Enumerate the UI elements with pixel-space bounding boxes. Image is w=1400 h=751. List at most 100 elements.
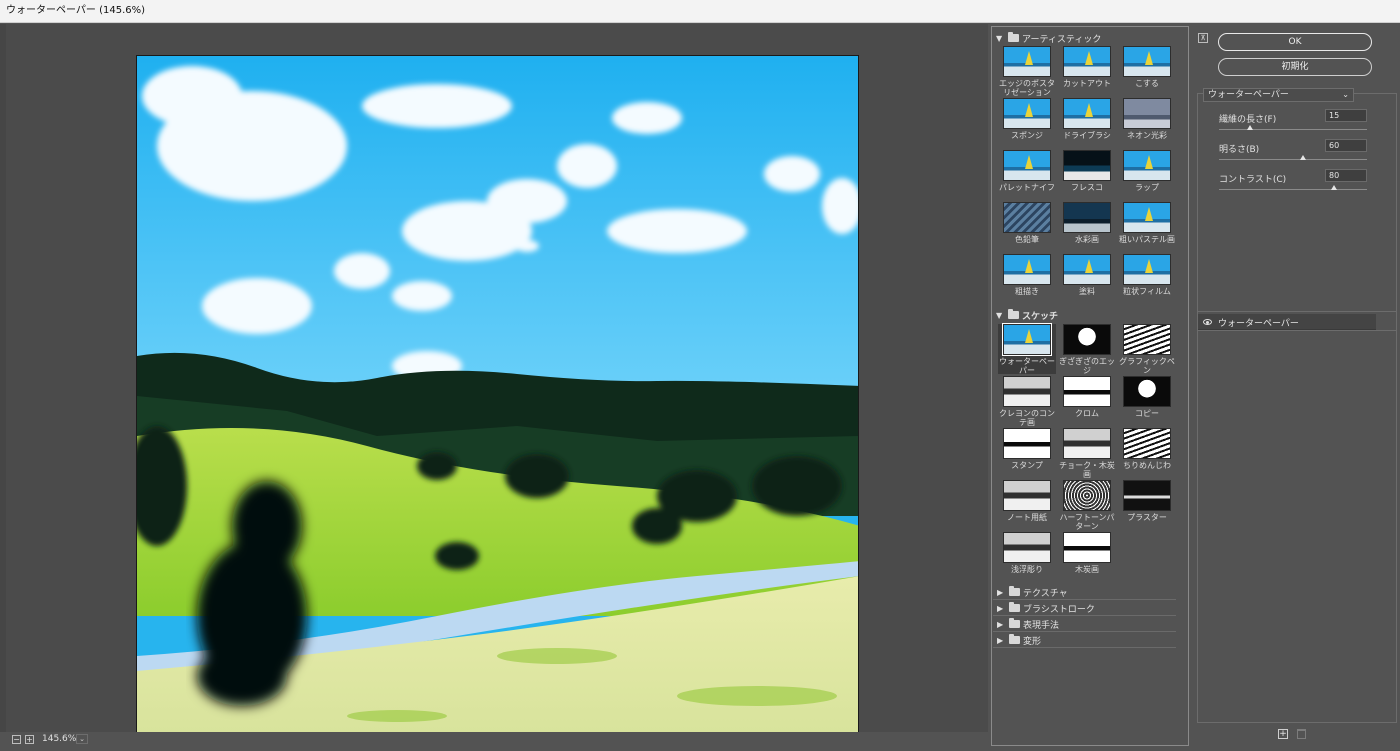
filter-thumbnail[interactable]: 色鉛筆: [998, 202, 1056, 252]
reset-button[interactable]: 初期化: [1218, 58, 1372, 76]
effect-layer-name: ウォーターペーパー: [1218, 319, 1299, 329]
filter-thumbnail[interactable]: スタンプ: [998, 428, 1056, 478]
effect-layer-row[interactable]: ウォーターペーパー: [1198, 314, 1376, 330]
category-label: 変形: [1023, 636, 1042, 647]
filter-thumbnail[interactable]: スポンジ: [998, 98, 1056, 148]
filter-thumbnail[interactable]: チョーク・木炭画: [1058, 428, 1116, 479]
trash-icon[interactable]: [1297, 729, 1306, 739]
filter-thumbnail-label: 水彩画: [1075, 235, 1099, 244]
filter-thumbnail[interactable]: クロム: [1058, 376, 1116, 426]
category-label: スケッチ: [1022, 311, 1059, 322]
category-stylize[interactable]: ▶ 表現手法: [993, 616, 1176, 632]
filter-thumbnail[interactable]: 水彩画: [1058, 202, 1116, 252]
brightness-input[interactable]: 60: [1325, 139, 1367, 152]
filter-thumbnail[interactable]: 塗料: [1058, 254, 1116, 304]
filter-thumbnail-label: ネオン光彩: [1127, 131, 1167, 140]
fiber-length-input[interactable]: 15: [1325, 109, 1367, 122]
category-artistic[interactable]: ▼ アーティスティック: [996, 32, 1101, 45]
filter-thumbnail-label: 粗描き: [1015, 287, 1039, 296]
brightness-slider-thumb[interactable]: [1300, 155, 1307, 160]
filter-thumbnail[interactable]: フレスコ: [1058, 150, 1116, 200]
zoom-in-button[interactable]: +: [25, 735, 34, 744]
filter-thumbnail-label: 塗料: [1079, 287, 1095, 296]
effect-layers-box: [1197, 311, 1397, 723]
filter-thumbnail[interactable]: ちりめんじわ: [1118, 428, 1176, 478]
zoom-out-button[interactable]: −: [12, 735, 21, 744]
filter-thumbnail-image: [1063, 150, 1111, 181]
contrast-slider-thumb[interactable]: [1331, 185, 1338, 190]
filter-thumbnail-label: コピー: [1135, 409, 1159, 418]
category-texture[interactable]: ▶ テクスチャ: [993, 584, 1176, 600]
filter-thumbnail[interactable]: 粗描き: [998, 254, 1056, 304]
category-label: 表現手法: [1023, 620, 1060, 631]
filter-thumbnail-label: カットアウト: [1063, 79, 1111, 88]
filter-select[interactable]: ウォーターペーパー ⌄: [1203, 88, 1354, 102]
filter-thumbnail-image: [1003, 254, 1051, 285]
zoom-dropdown-button[interactable]: ⌄: [76, 734, 88, 744]
filter-select-value: ウォーターペーパー: [1208, 90, 1289, 100]
folder-icon: [1009, 586, 1020, 596]
fiber-length-slider-thumb[interactable]: [1247, 125, 1254, 130]
filter-thumbnail[interactable]: コピー: [1118, 376, 1176, 426]
collapsed-triangle-icon: ▶: [997, 587, 1004, 597]
filter-thumbnail-image: [1123, 150, 1171, 181]
fiber-length-label: 繊維の長さ(F): [1219, 115, 1277, 125]
filter-thumbnail-label: クロム: [1075, 409, 1099, 418]
filter-thumbnail-image: [1123, 324, 1171, 355]
filter-thumbnail[interactable]: クレヨンのコンテ画: [998, 376, 1056, 427]
filter-thumbnail-label: ちりめんじわ: [1123, 461, 1171, 470]
folder-icon: [1008, 32, 1019, 42]
window-title-bar: ウォーターペーパー (145.6%): [0, 0, 1400, 23]
filter-thumbnail-label: グラフィックペン: [1119, 357, 1175, 375]
filter-thumbnail-label: ハーフトーンパターン: [1059, 513, 1115, 531]
category-distort[interactable]: ▶ 変形: [993, 632, 1176, 648]
filter-thumbnail[interactable]: ネオン光彩: [1118, 98, 1176, 148]
eye-icon[interactable]: [1203, 319, 1212, 325]
filter-thumbnail-image: [1063, 480, 1111, 511]
filter-thumbnail-label: プラスター: [1127, 513, 1167, 522]
filter-thumbnail[interactable]: 浅浮彫り: [998, 532, 1056, 582]
filter-thumbnail-label: チョーク・木炭画: [1059, 461, 1115, 479]
filter-thumbnail[interactable]: ドライブラシ: [1058, 98, 1116, 148]
new-effect-layer-icon[interactable]: +: [1278, 729, 1288, 739]
filter-thumbnail[interactable]: ウォーターペーパー: [998, 323, 1056, 375]
filter-thumbnail[interactable]: ノート用紙: [998, 480, 1056, 530]
folder-icon: [1009, 602, 1020, 612]
filter-thumbnail[interactable]: エッジのポスタリゼーション: [998, 46, 1056, 97]
filter-thumbnail-image: [1003, 428, 1051, 459]
filter-thumbnail[interactable]: 粗いパステル画: [1118, 202, 1176, 252]
contrast-slider[interactable]: [1219, 185, 1367, 190]
filter-thumbnail-image: [1003, 532, 1051, 563]
fiber-length-slider[interactable]: [1219, 125, 1367, 130]
filter-thumbnail[interactable]: グラフィックペン: [1118, 324, 1176, 375]
preview-area[interactable]: [0, 24, 988, 751]
expand-triangle-icon: ▼: [996, 310, 1003, 320]
contrast-input[interactable]: 80: [1325, 169, 1367, 182]
ok-button[interactable]: OK: [1218, 33, 1372, 51]
contrast-label: コントラスト(C): [1219, 175, 1287, 185]
collapse-gallery-icon[interactable]: ⊼: [1198, 33, 1208, 43]
filter-thumbnail-label: 粗いパステル画: [1119, 235, 1175, 244]
filter-thumbnail[interactable]: ハーフトーンパターン: [1058, 480, 1116, 531]
filter-thumbnail-image: [1123, 202, 1171, 233]
filter-thumbnail[interactable]: カットアウト: [1058, 46, 1116, 96]
category-label: ブラシストローク: [1023, 604, 1095, 615]
preview-image[interactable]: [136, 55, 859, 751]
category-brush-strokes[interactable]: ▶ ブラシストローク: [993, 600, 1176, 616]
filter-thumbnail[interactable]: プラスター: [1118, 480, 1176, 530]
filter-thumbnail[interactable]: ぎざぎざのエッジ: [1058, 324, 1116, 375]
brightness-slider[interactable]: [1219, 155, 1367, 160]
filter-thumbnail[interactable]: 木炭画: [1058, 532, 1116, 582]
filter-thumbnail[interactable]: こする: [1118, 46, 1176, 96]
filter-gallery: ▼ アーティスティック エッジのポスタリゼーション カットアウト こするスポンジ ドラ…: [991, 26, 1189, 746]
filter-thumbnail[interactable]: パレットナイフ: [998, 150, 1056, 200]
category-sketch[interactable]: ▼ スケッチ: [996, 309, 1059, 322]
filter-thumbnail[interactable]: ラップ: [1118, 150, 1176, 200]
filter-thumbnail-image: [1123, 254, 1171, 285]
collapsed-triangle-icon: ▶: [997, 635, 1004, 645]
filter-thumbnail-image: [1123, 480, 1171, 511]
folder-icon: [1009, 618, 1020, 628]
filter-thumbnail-label: ノート用紙: [1007, 513, 1047, 522]
folder-icon: [1008, 309, 1019, 319]
filter-thumbnail[interactable]: 粒状フィルム: [1118, 254, 1176, 304]
